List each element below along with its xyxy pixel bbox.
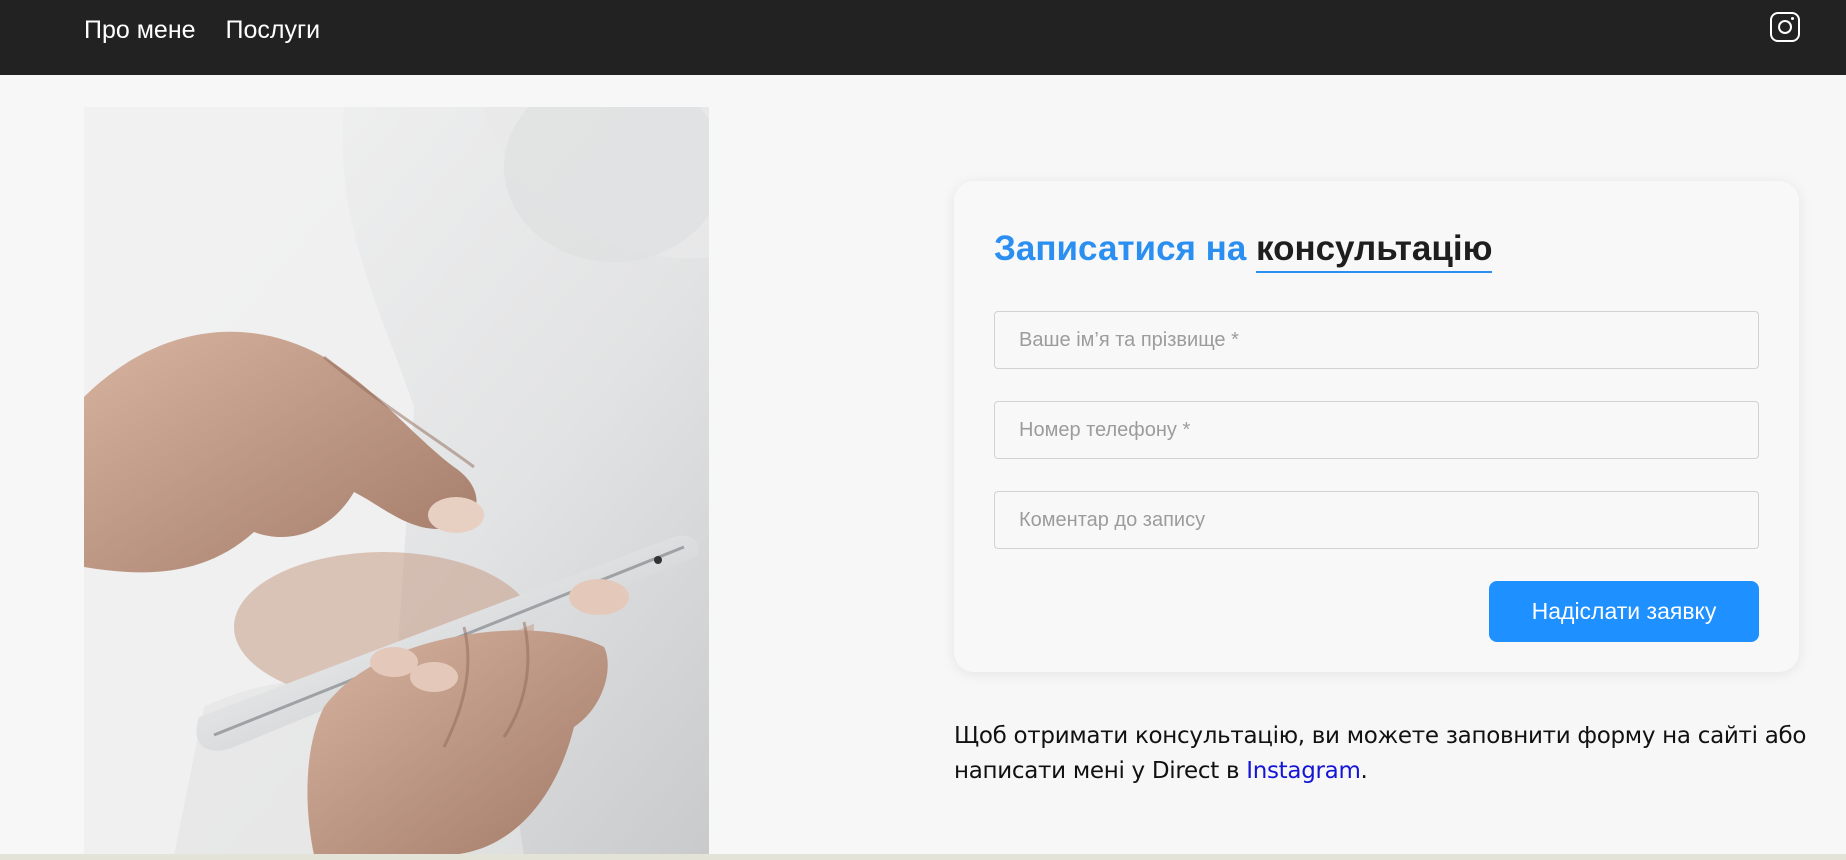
- top-nav-bar: Про мене Послуги: [0, 0, 1846, 75]
- form-title-accent: Записатися на: [994, 229, 1247, 268]
- form-title: Записатися на консультацію: [994, 227, 1493, 273]
- submit-button[interactable]: Надіслати заявку: [1489, 581, 1759, 642]
- phone-input[interactable]: [994, 401, 1759, 459]
- info-text-main: Щоб отримати консультацію, ви можете зап…: [954, 723, 1807, 784]
- nav-link-about[interactable]: Про мене: [84, 13, 196, 47]
- form-title-main: консультацію: [1256, 229, 1493, 273]
- nav-link-services[interactable]: Послуги: [226, 13, 321, 47]
- main-nav: Про мене Послуги: [84, 13, 320, 47]
- instagram-link[interactable]: Instagram: [1246, 758, 1361, 784]
- bottom-divider: [0, 854, 1846, 860]
- instagram-icon[interactable]: [1770, 12, 1800, 42]
- info-text: Щоб отримати консультацію, ви можете зап…: [954, 719, 1814, 789]
- hero-photo: [84, 107, 709, 855]
- name-input[interactable]: [994, 311, 1759, 369]
- info-text-end: .: [1360, 758, 1368, 784]
- consultation-form-card: Записатися на консультацію Надіслати зая…: [954, 181, 1799, 672]
- comment-input[interactable]: [994, 491, 1759, 549]
